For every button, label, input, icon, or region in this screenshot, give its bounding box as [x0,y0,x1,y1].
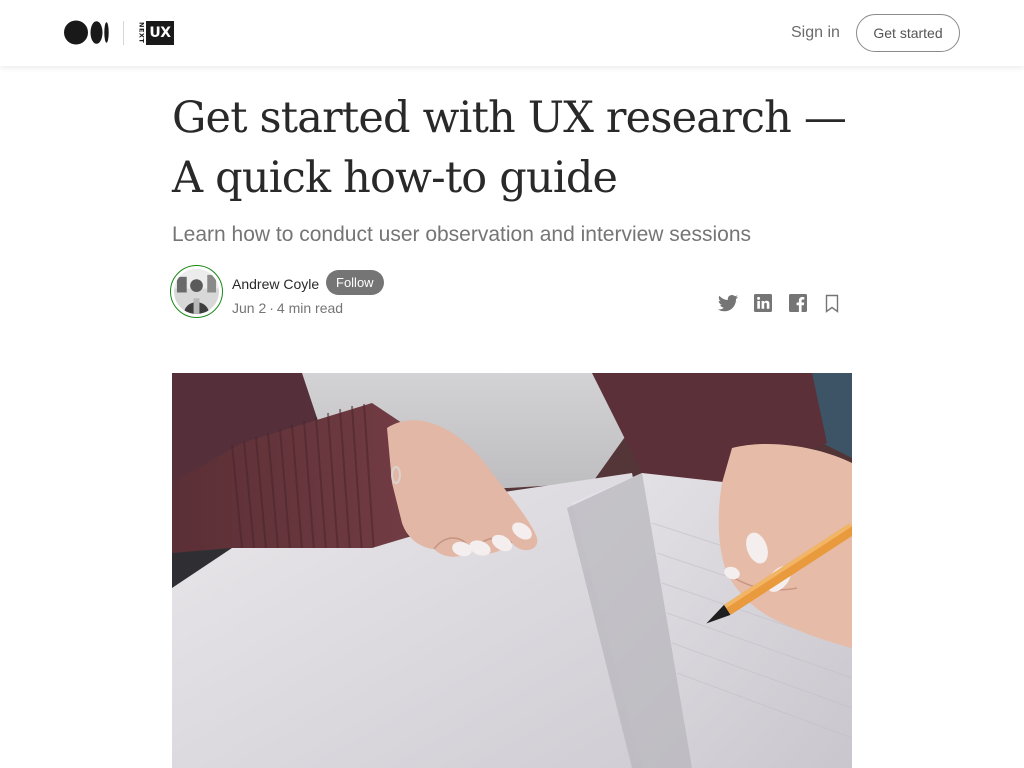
linkedin-icon[interactable] [751,291,775,315]
meta-separator: · [269,300,274,316]
medium-logo-icon[interactable] [64,20,110,45]
author-avatar-photo [174,269,219,314]
hero-image [172,373,852,768]
next-ux-logo[interactable]: NEXT UX [137,19,175,47]
bookmark-icon[interactable] [820,291,844,315]
follow-button[interactable]: Follow [326,270,384,295]
author-avatar[interactable] [170,265,223,318]
sign-in-link[interactable]: Sign in [791,22,840,44]
logo-divider [123,21,124,45]
read-time: 4 min read [276,300,344,316]
article-subtitle: Learn how to conduct user observation an… [172,223,751,246]
twitter-icon[interactable] [716,291,740,315]
author-name[interactable]: Andrew Coyle [232,275,319,293]
get-started-button[interactable]: Get started [856,14,960,52]
article-meta: Jun 2 · 4 min read [232,299,343,317]
logo-ux-text: UX [146,21,174,45]
facebook-icon[interactable] [786,291,810,315]
logo-next-text: NEXT [137,22,146,44]
top-navigation-bar: NEXT UX Sign in Get started [0,0,1024,66]
article-title: Get started with UX research — A quick h… [172,93,847,203]
hero-photo-illustration [172,373,852,768]
publish-date: Jun 2 [232,300,267,316]
